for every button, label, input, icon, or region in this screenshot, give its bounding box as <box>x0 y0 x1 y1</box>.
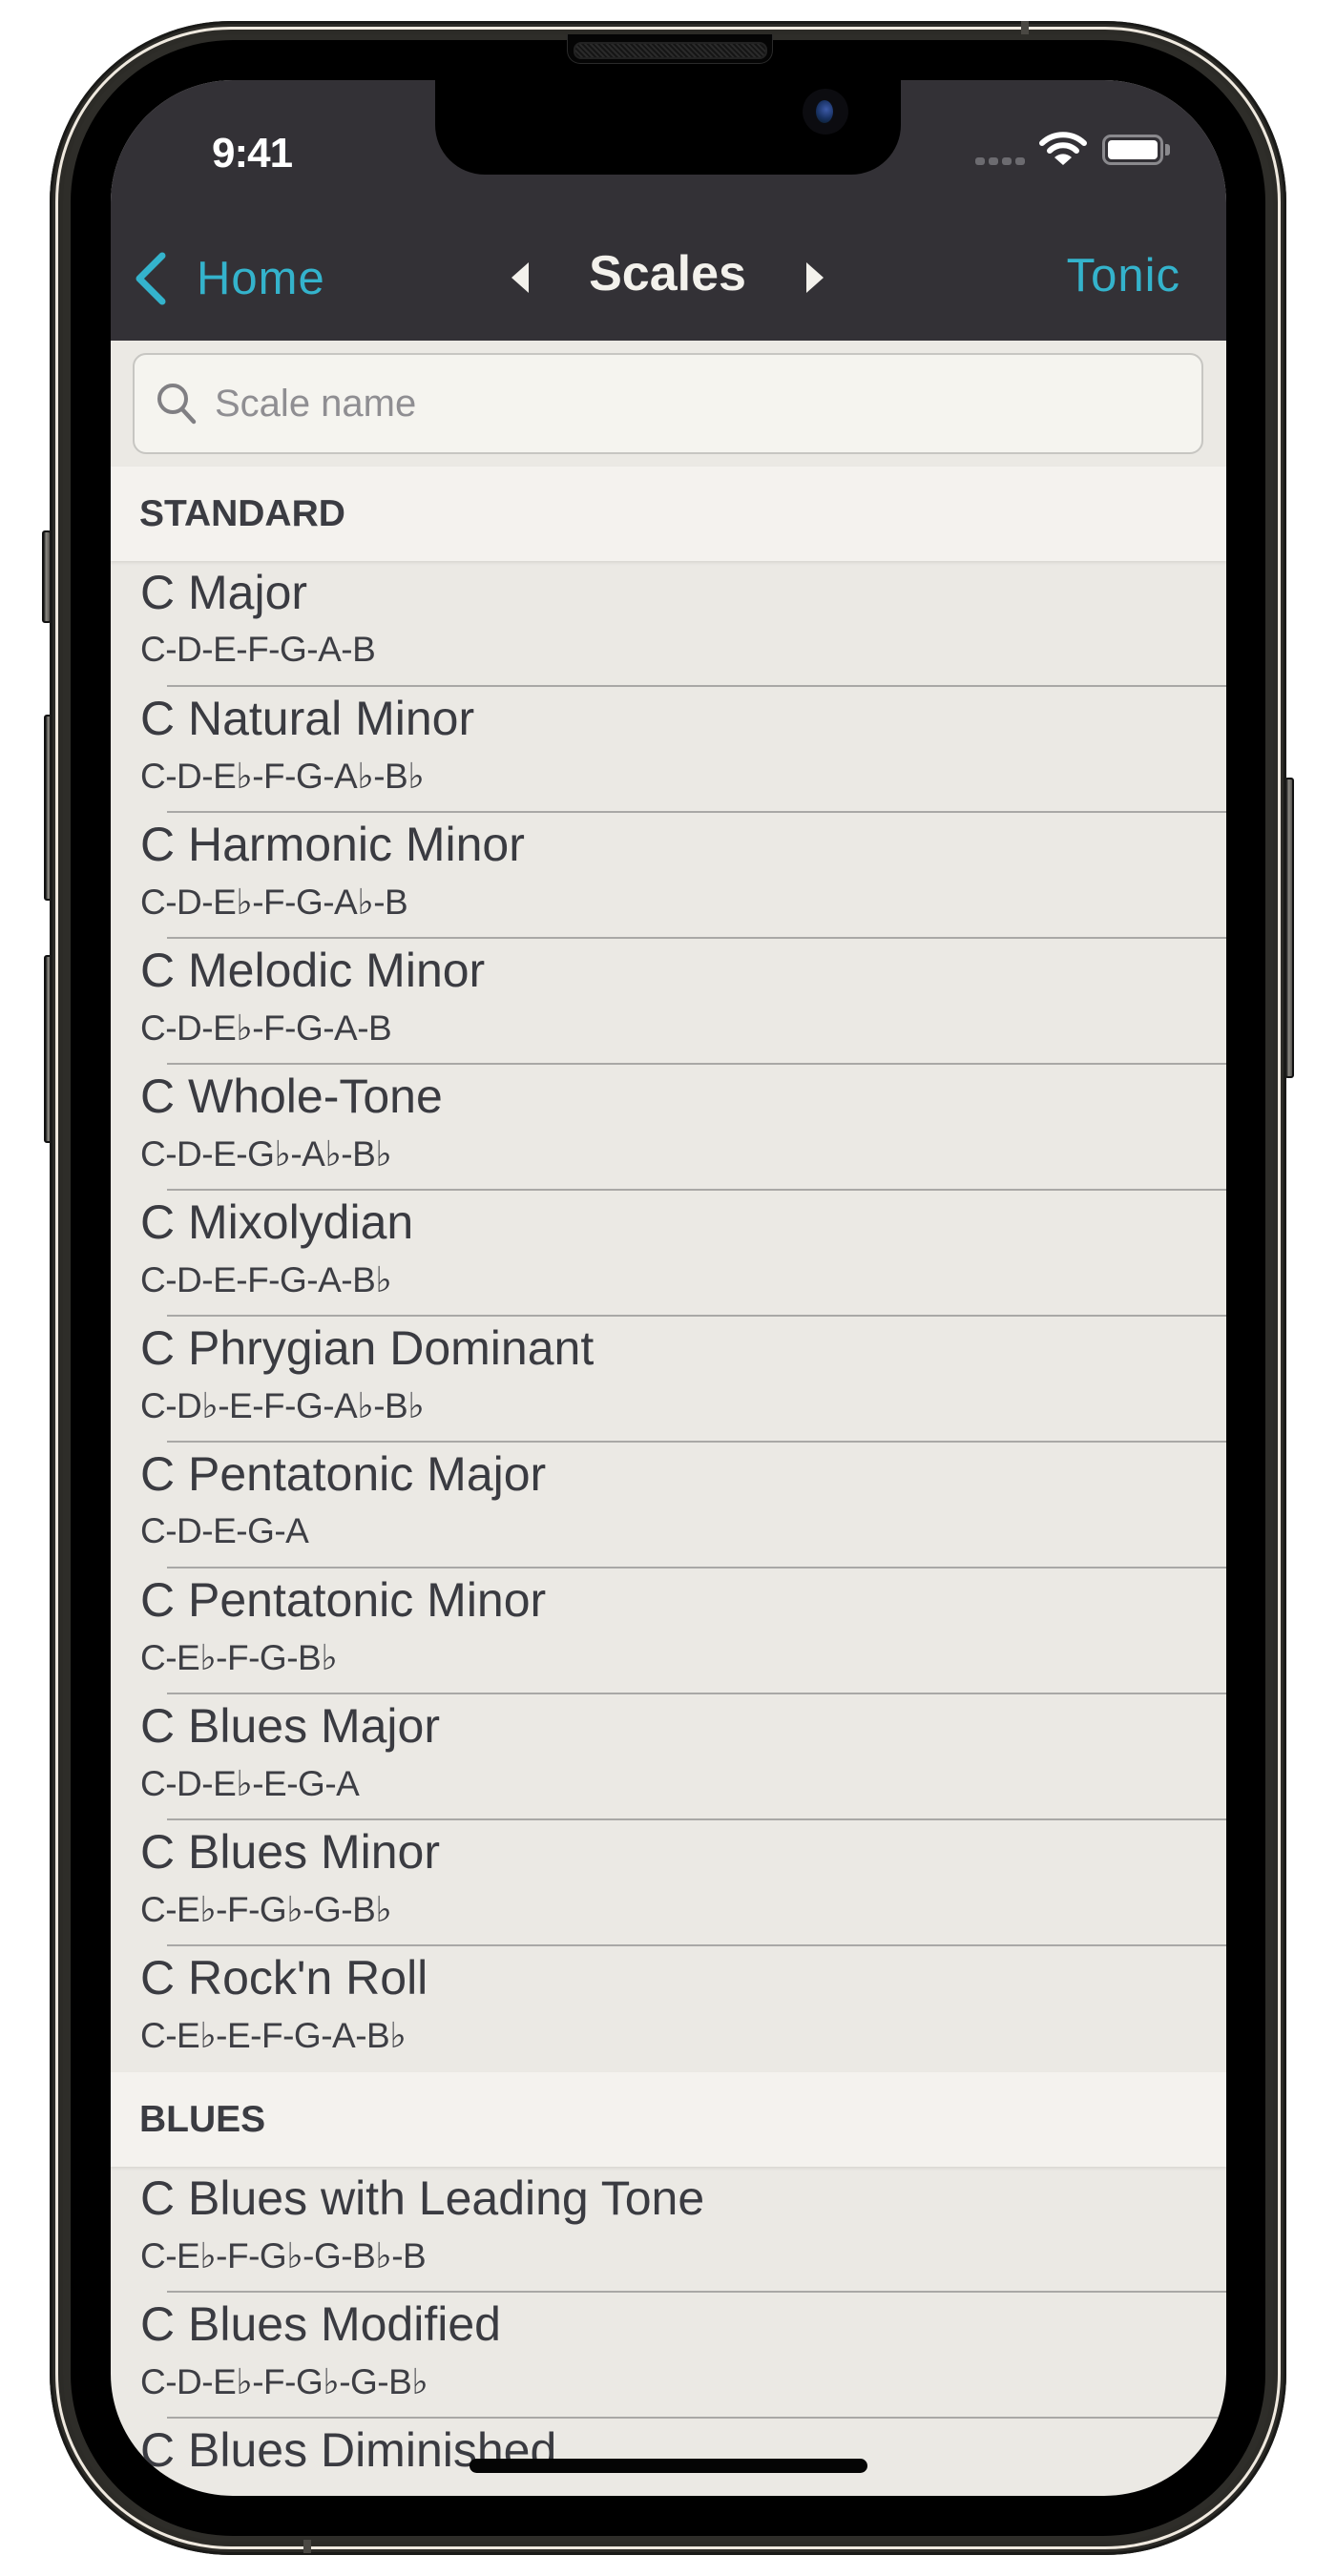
section-header-standard: STANDARD <box>111 467 1226 561</box>
list-item[interactable]: C Blues with Leading Tone C-E♭-F-G♭-G-B♭-… <box>111 2167 1226 2293</box>
page-title: Scales <box>589 246 746 301</box>
scale-name: C Whole-Tone <box>140 1070 443 1123</box>
antenna-line <box>1021 21 1029 34</box>
scale-name: C Phrygian Dominant <box>140 1321 595 1375</box>
app-screen: 9:41 Home Scales Tonic Scale name STANDA… <box>111 80 1226 2496</box>
scale-notes: C-E♭-F-G-B♭ <box>140 1638 338 1677</box>
camera-lens <box>816 100 833 123</box>
scale-notes: C-D-E♭-F-G♭-G-B♭ <box>140 2362 428 2401</box>
earpiece-speaker <box>574 42 767 59</box>
status-time: 9:41 <box>212 130 293 177</box>
search-icon <box>157 384 197 425</box>
list-item[interactable]: C Pentatonic Major C-D-E-G-A <box>111 1443 1226 1568</box>
scale-list: STANDARD C Major C-D-E-F-G-A-B C Natural M… <box>111 467 1226 2496</box>
scale-name: C Mixolydian <box>140 1195 414 1249</box>
triangle-left-icon[interactable] <box>510 260 531 295</box>
scale-notes: C-E♭-E-F-G-A-B♭ <box>140 2016 407 2055</box>
back-button-label: Home <box>197 253 325 304</box>
section-header-blues: BLUES <box>111 2072 1226 2167</box>
scale-name: C Blues Major <box>140 1699 440 1753</box>
search-bar <box>111 341 1226 467</box>
scale-notes: C-D♭-E-F-G-A♭-B♭ <box>140 1386 425 1425</box>
navigation-bar: 9:41 Home Scales Tonic <box>111 80 1226 341</box>
list-item[interactable]: C Phrygian Dominant C-D♭-E-F-G-A♭-B♭ <box>111 1317 1226 1443</box>
list-item[interactable]: C Blues Diminished <box>111 2419 1226 2496</box>
list-item[interactable]: C Major C-D-E-F-G-A-B <box>111 561 1226 687</box>
list-item[interactable]: C Whole-Tone C-D-E-G♭-A♭-B♭ <box>111 1065 1226 1191</box>
search-field[interactable] <box>133 353 1203 454</box>
scale-notes: C-E♭-F-G♭-G-B♭-B <box>140 2236 427 2275</box>
scale-name: C Pentatonic Major <box>140 1447 547 1501</box>
scale-notes: C-D-E♭-F-G-A-B <box>140 1008 392 1048</box>
front-camera <box>803 89 848 135</box>
battery-icon <box>1102 135 1163 165</box>
chevron-left-icon <box>136 252 166 305</box>
scale-name: C Natural Minor <box>140 692 475 745</box>
scale-notes: C-D-E-F-G-A-B♭ <box>140 1260 392 1299</box>
scale-name: C Pentatonic Minor <box>140 1573 547 1627</box>
scale-name: C Blues Minor <box>140 1825 440 1879</box>
back-button[interactable]: Home <box>134 247 325 310</box>
list-item[interactable]: C Natural Minor C-D-E♭-F-G-A♭-B♭ <box>111 687 1226 813</box>
search-input[interactable] <box>213 381 1075 426</box>
scale-notes: C-D-E♭-E-G-A <box>140 1764 360 1803</box>
scale-name: C Rock'n Roll <box>140 1951 428 2005</box>
list-item[interactable]: C Rock'n Roll C-E♭-E-F-G-A-B♭ <box>111 1946 1226 2072</box>
list-item[interactable]: C Mixolydian C-D-E-F-G-A-B♭ <box>111 1191 1226 1317</box>
scale-name: C Blues with Leading Tone <box>140 2171 705 2225</box>
notch <box>435 80 901 175</box>
triangle-right-icon[interactable] <box>804 260 825 295</box>
wifi-icon <box>1039 132 1087 165</box>
scale-name: C Blues Modified <box>140 2297 501 2351</box>
cellular-signal-icon <box>975 157 1025 165</box>
scale-notes: C-E♭-F-G♭-G-B♭ <box>140 1890 392 1929</box>
list-item[interactable]: C Pentatonic Minor C-E♭-F-G-B♭ <box>111 1568 1226 1694</box>
scale-name: C Major <box>140 566 308 619</box>
scale-notes: C-D-E♭-F-G-A♭-B♭ <box>140 757 425 796</box>
battery-level <box>1108 140 1158 159</box>
list-item[interactable]: C Harmonic Minor C-D-E♭-F-G-A♭-B <box>111 813 1226 939</box>
home-indicator[interactable] <box>470 2459 867 2473</box>
scale-notes: C-D-E-G-A <box>140 1511 309 1550</box>
tonic-button[interactable]: Tonic <box>1067 249 1180 302</box>
list-item[interactable]: C Blues Minor C-E♭-F-G♭-G-B♭ <box>111 1820 1226 1946</box>
list-item[interactable]: C Blues Major C-D-E♭-E-G-A <box>111 1694 1226 1820</box>
scale-name: C Harmonic Minor <box>140 818 525 871</box>
antenna-line <box>303 2540 311 2553</box>
list-item[interactable]: C Melodic Minor C-D-E♭-F-G-A-B <box>111 939 1226 1065</box>
scale-notes: C-D-E-F-G-A-B <box>140 630 376 669</box>
battery-nub <box>1165 144 1170 156</box>
scale-notes: C-D-E♭-F-G-A♭-B <box>140 883 408 922</box>
list-item[interactable]: C Blues Modified C-D-E♭-F-G♭-G-B♭ <box>111 2293 1226 2419</box>
scale-name: C Melodic Minor <box>140 944 486 997</box>
scale-notes: C-D-E-G♭-A♭-B♭ <box>140 1134 392 1174</box>
